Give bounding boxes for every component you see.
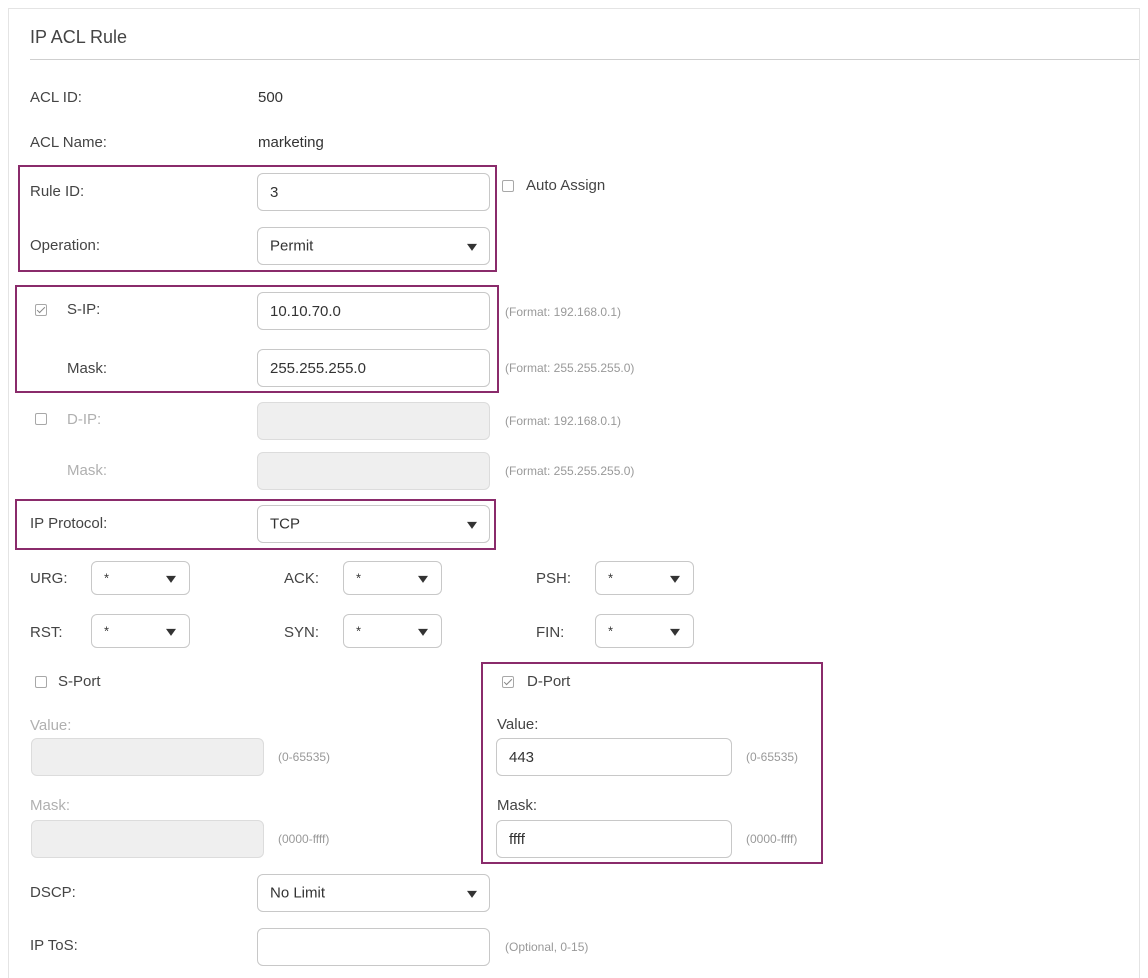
urg-select[interactable]: * xyxy=(91,561,190,595)
acl-name-value: marketing xyxy=(258,134,324,151)
chevron-down-icon xyxy=(467,521,477,529)
chevron-down-icon xyxy=(418,628,428,636)
chevron-down-icon xyxy=(467,243,477,251)
chevron-down-icon xyxy=(670,628,680,636)
dip-mask-format-hint: (Format: 255.255.255.0) xyxy=(505,464,635,478)
ip-protocol-value: TCP xyxy=(270,515,300,533)
dport-mask-input[interactable] xyxy=(496,820,732,858)
dport-mask-hint: (0000-ffff) xyxy=(746,832,798,846)
dip-label: D-IP: xyxy=(67,411,102,428)
syn-label: SYN: xyxy=(284,624,320,641)
urg-label: URG: xyxy=(30,570,68,587)
ack-label: ACK: xyxy=(284,570,320,587)
rst-value: * xyxy=(104,623,110,639)
ip-tos-input[interactable] xyxy=(257,928,490,966)
acl-name-label: ACL Name: xyxy=(30,134,107,151)
ip-protocol-select[interactable]: TCP xyxy=(257,505,490,543)
sport-checkbox[interactable] xyxy=(35,676,47,688)
syn-value: * xyxy=(356,623,362,639)
rst-label: RST: xyxy=(30,624,63,641)
operation-label: Operation: xyxy=(30,237,101,254)
dscp-label: DSCP: xyxy=(30,884,76,901)
ip-tos-hint: (Optional, 0-15) xyxy=(505,940,589,954)
operation-value: Permit xyxy=(270,237,314,255)
dport-checkbox[interactable] xyxy=(502,676,514,688)
dport-value-hint: (0-65535) xyxy=(746,750,799,764)
sport-value-input[interactable] xyxy=(31,738,264,776)
dip-checkbox[interactable] xyxy=(35,413,47,425)
sip-format-hint: (Format: 192.168.0.1) xyxy=(505,305,622,319)
rst-select[interactable]: * xyxy=(91,614,190,648)
dip-mask-label: Mask: xyxy=(67,462,108,479)
dport-value-input[interactable] xyxy=(496,738,732,776)
dip-mask-input[interactable] xyxy=(257,452,490,490)
rule-id-label: Rule ID: xyxy=(30,183,85,200)
syn-select[interactable]: * xyxy=(343,614,442,648)
chevron-down-icon xyxy=(166,575,176,583)
dip-input[interactable] xyxy=(257,402,490,440)
sip-mask-label: Mask: xyxy=(67,360,108,377)
sport-mask-input[interactable] xyxy=(31,820,264,858)
sip-mask-input[interactable] xyxy=(257,349,490,387)
title-divider xyxy=(30,59,1139,60)
sip-label: S-IP: xyxy=(67,301,101,318)
acl-id-value: 500 xyxy=(258,89,284,106)
sip-mask-format-hint: (Format: 255.255.255.0) xyxy=(505,361,635,375)
ip-protocol-label: IP Protocol: xyxy=(30,515,108,532)
dscp-select[interactable]: No Limit xyxy=(257,874,490,912)
sport-value-label: Value: xyxy=(30,717,72,734)
sport-mask-hint: (0000-ffff) xyxy=(278,832,330,846)
chevron-down-icon xyxy=(418,575,428,583)
dscp-value: No Limit xyxy=(270,884,326,902)
psh-value: * xyxy=(608,570,614,586)
rule-id-input[interactable] xyxy=(257,173,490,211)
fin-value: * xyxy=(608,623,614,639)
operation-select[interactable]: Permit xyxy=(257,227,490,265)
fin-label: FIN: xyxy=(536,624,565,641)
psh-select[interactable]: * xyxy=(595,561,694,595)
sport-mask-label: Mask: xyxy=(30,797,71,814)
sip-checkbox[interactable] xyxy=(35,304,47,316)
ack-select[interactable]: * xyxy=(343,561,442,595)
acl-id-label: ACL ID: xyxy=(30,89,82,106)
sip-input[interactable] xyxy=(257,292,490,330)
dport-label: D-Port xyxy=(527,673,571,690)
chevron-down-icon xyxy=(670,575,680,583)
chevron-down-icon xyxy=(467,890,477,898)
fin-select[interactable]: * xyxy=(595,614,694,648)
chevron-down-icon xyxy=(166,628,176,636)
dport-mask-label: Mask: xyxy=(497,797,538,814)
dport-value-label: Value: xyxy=(497,716,539,733)
urg-value: * xyxy=(104,570,110,586)
panel-title: IP ACL Rule xyxy=(30,27,128,47)
ack-value: * xyxy=(356,570,362,586)
auto-assign-checkbox[interactable] xyxy=(502,180,514,192)
sport-value-hint: (0-65535) xyxy=(278,750,331,764)
ip-tos-label: IP ToS: xyxy=(30,937,78,954)
dip-format-hint: (Format: 192.168.0.1) xyxy=(505,414,622,428)
auto-assign-label: Auto Assign xyxy=(526,177,606,194)
psh-label: PSH: xyxy=(536,570,572,587)
sport-label: S-Port xyxy=(58,673,101,690)
